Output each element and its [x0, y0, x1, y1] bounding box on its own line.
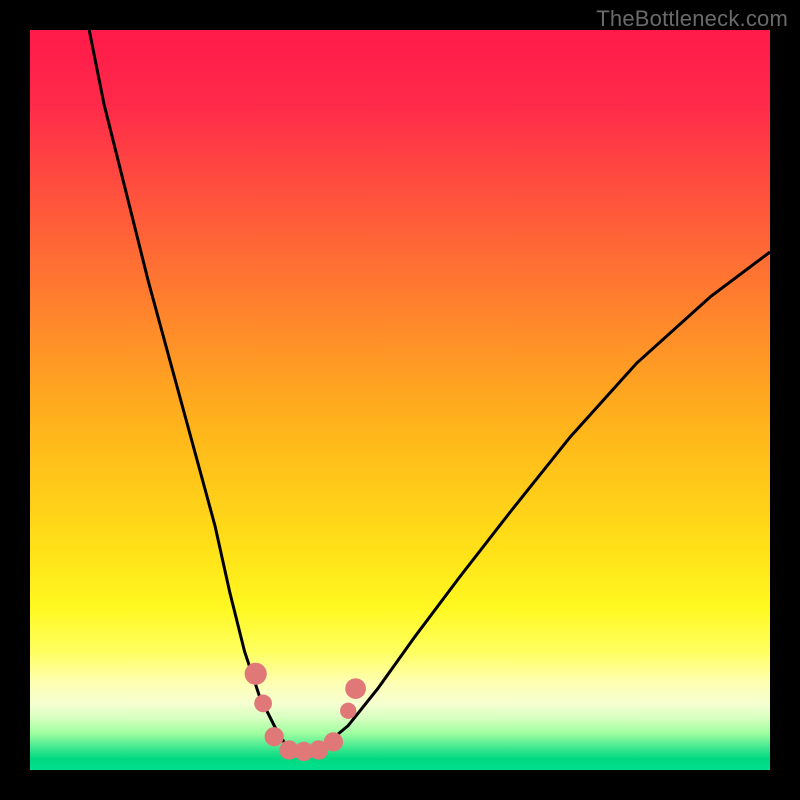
marker-right-upper — [345, 678, 366, 699]
curve-path — [89, 30, 770, 752]
chart-frame: TheBottleneck.com — [0, 0, 800, 800]
marker-group — [245, 663, 366, 761]
curve-layer — [30, 30, 770, 770]
marker-right-end — [324, 732, 343, 751]
plot-area — [30, 30, 770, 770]
bottleneck-curve — [89, 30, 770, 752]
watermark-text: TheBottleneck.com — [596, 6, 788, 32]
marker-right-mid — [340, 703, 356, 719]
marker-left-upper — [245, 663, 267, 685]
marker-left-mid — [254, 695, 272, 713]
marker-left-start — [265, 727, 284, 746]
